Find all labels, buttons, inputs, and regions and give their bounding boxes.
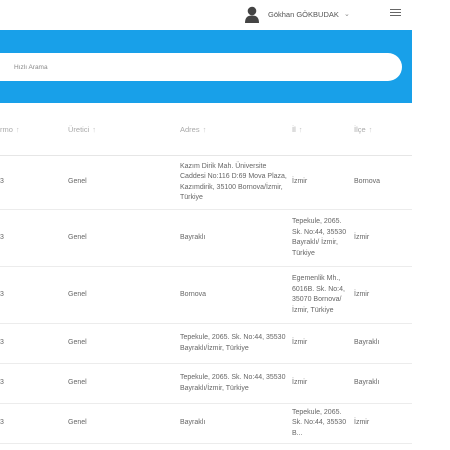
cell-il: İzmir — [292, 323, 354, 364]
search-input[interactable] — [0, 53, 402, 81]
column-header-uretici[interactable]: Üretici ↑ — [68, 103, 180, 156]
cell-il: Tepekule, 2065. Sk. No:44, 35530 Bayrakl… — [292, 209, 354, 267]
cell-uretici: Genel — [68, 323, 180, 364]
user-name[interactable]: Gökhan GÖKBUDAK — [268, 10, 339, 19]
cell-adres: Tepekule, 2065. Sk. No:44, 35530 Bayrakl… — [180, 323, 292, 364]
cell-uretici: Genel — [68, 209, 180, 267]
user-avatar-icon[interactable] — [245, 6, 259, 23]
table-row[interactable]: 3 Genel Bayraklı Tepekule, 2065. Sk. No:… — [0, 403, 412, 444]
column-header-adres[interactable]: Adres ↑ — [180, 103, 292, 156]
table-row[interactable]: 3 Genel Kazım Dirik Mah. Üniversite Cadd… — [0, 155, 412, 210]
cell-il: Tepekule, 2065. Sk. No:44, 35530 B... — [292, 403, 354, 444]
cell-il: Egemenlik Mh., 6016B. Sk. No:4, 35070 Bo… — [292, 266, 354, 324]
cell-ilce: Bayraklı — [354, 323, 412, 364]
cell-ilce: İzmir — [354, 209, 412, 267]
cell-adres: Kazım Dirik Mah. Üniversite Caddesi No:1… — [180, 155, 292, 210]
data-table: rmo ↑ Üretici ↑ Adres ↑ İl ↑ İlçe ↑ 3 Genel K… — [0, 103, 412, 450]
table-row[interactable]: 3 Genel Tepekule, 2065. Sk. No:44, 35530… — [0, 323, 412, 364]
table-header-row: rmo ↑ Üretici ↑ Adres ↑ İl ↑ İlçe ↑ — [0, 103, 412, 156]
cell-no: 3 — [0, 266, 68, 324]
cell-no: 3 — [0, 209, 68, 267]
sort-arrow-icon[interactable]: ↑ — [299, 125, 303, 134]
cell-adres: Tepekule, 2065. Sk. No:44, 35530 Bayrakl… — [180, 363, 292, 404]
cell-il: İzmir — [292, 155, 354, 210]
column-header-il[interactable]: İl ↑ — [292, 103, 354, 156]
cell-no: 3 — [0, 155, 68, 210]
cell-no: 3 — [0, 363, 68, 404]
table-row[interactable]: 3 Genel Bayraklı Tepekule, 2065. Sk. No:… — [0, 209, 412, 267]
column-header-ilce[interactable]: İlçe ↑ — [354, 103, 412, 156]
cell-uretici: Genel — [68, 155, 180, 210]
chevron-down-icon[interactable]: ⌄ — [344, 10, 350, 18]
cell-il: İzmir — [292, 363, 354, 404]
cell-adres: Bayraklı — [180, 403, 292, 444]
sort-arrow-icon[interactable]: ↑ — [203, 125, 207, 134]
table-row[interactable]: 3 Genel Tepekule, 2065. Sk. No:44, 35530… — [0, 363, 412, 404]
cell-no: 3 — [0, 323, 68, 364]
column-header-no[interactable]: rmo ↑ — [0, 103, 68, 156]
cell-adres: Bornova — [180, 266, 292, 324]
cell-uretici: Genel — [68, 363, 180, 404]
cell-uretici: Genel — [68, 266, 180, 324]
cell-adres: Bayraklı — [180, 209, 292, 267]
cell-uretici: Genel — [68, 403, 180, 444]
cell-ilce: İzmir — [354, 403, 412, 444]
cell-no: 3 — [0, 403, 68, 444]
cell-ilce: Bornova — [354, 155, 412, 210]
table-row[interactable]: 3 Genel Bornova Egemenlik Mh., 6016B. Sk… — [0, 266, 412, 324]
cell-ilce: İzmir — [354, 266, 412, 324]
hamburger-menu-icon[interactable] — [390, 7, 401, 19]
cell-ilce: Bayraklı — [354, 363, 412, 404]
sort-arrow-icon[interactable]: ↑ — [16, 125, 20, 134]
top-bar: Gökhan GÖKBUDAK ⌄ — [0, 0, 412, 31]
sort-arrow-icon[interactable]: ↑ — [92, 125, 96, 134]
sort-arrow-icon[interactable]: ↑ — [369, 125, 373, 134]
